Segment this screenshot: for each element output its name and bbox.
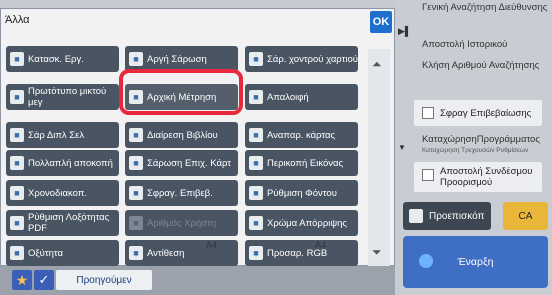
option-label: Σάρ Διπλ Σελ [28, 129, 85, 141]
option-label: Σφραγ. Επιβεβ. [147, 187, 213, 199]
popup-title: Άλλα [5, 14, 30, 26]
send-link-label: Αποστολή Συνδέσμου Προορισμού [440, 166, 533, 188]
paper-size-right: A4 [315, 240, 327, 250]
user-number-icon: ■ [129, 216, 143, 230]
option-button[interactable]: ■ Οξύτητα [6, 240, 119, 266]
register-program-label: ΚαταχώρησηΠρογράμματος [422, 134, 540, 145]
option-label: Πρωτότυπο μικτού μεγ [28, 86, 107, 108]
option-label: Χρώμα Απόρριψης [267, 217, 347, 229]
option-label: Ρύθμιση Φόντου [267, 187, 337, 199]
send-link-checkbox[interactable]: Αποστολή Συνδέσμου Προορισμού [414, 162, 542, 192]
general-search-label: Γενική Αναζήτηση Διεύθυνσης [422, 2, 548, 13]
verify-stamp-icon: ■ [129, 186, 143, 200]
register-program-item[interactable]: ΚαταχώρησηΠρογράμματος Καταχώρηση Τρεχου… [400, 134, 552, 160]
option-button[interactable]: ■ Χρώμα Απόρριψης [245, 210, 358, 236]
business-card-icon: ■ [129, 156, 143, 170]
verify-stamp-checkbox[interactable]: Σφραγ Επιβεβαίωσης [414, 100, 542, 126]
option-label: Διαίρεση Βιβλίου [147, 129, 218, 141]
option-button[interactable]: ■ Σάρ Διπλ Σελ [6, 122, 119, 148]
register-settings-label: Καταχώρηση Τρεχουσών Ρυθμίσεων [422, 147, 529, 154]
option-button: ■ Αριθμός Χρήστη [125, 210, 238, 236]
pdf-skew-icon: ■ [10, 216, 24, 230]
send-history-label: Αποστολή Ιστορικού [422, 39, 508, 50]
thick-paper-icon: ■ [249, 52, 263, 66]
erase-icon: ■ [249, 90, 263, 104]
preview-button[interactable]: Προεπισκόπ [403, 202, 491, 230]
option-button[interactable]: ■ Περικοπή Εικόνας [245, 150, 358, 176]
preview-label: Προεπισκόπ [429, 210, 485, 222]
color-drop-icon: ■ [249, 216, 263, 230]
general-search-item[interactable]: Γενική Αναζήτηση Διεύθυνσης [400, 2, 552, 22]
option-label: Πολλαπλή αποκοπή [28, 157, 113, 169]
option-button[interactable]: ■ Κατασκ. Εργ. [6, 46, 119, 72]
background-icon: ■ [249, 186, 263, 200]
option-label: Αναπαρ. κάρτας [267, 129, 336, 141]
previous-label: Προηγούμεν [76, 274, 132, 286]
book-divide-icon: ■ [129, 128, 143, 142]
timer-icon: ■ [10, 186, 24, 200]
scrollbar[interactable]: ⏶ ⏷ [368, 49, 390, 271]
contrast-icon: ■ [129, 246, 143, 260]
previous-button[interactable]: Προηγούμεν [56, 270, 152, 290]
option-button[interactable]: ■ Διαίρεση Βιβλίου [125, 122, 238, 148]
option-label: Αντίθεση [147, 247, 185, 259]
option-label: Αργή Σάρωση [147, 53, 207, 65]
preview-icon [409, 209, 423, 223]
option-label: Σάρ. χοντρού χαρτιού [267, 53, 358, 65]
call-number-item[interactable]: Κλήση Αριθμού Αναζήτησης [400, 60, 552, 86]
option-label: Ρύθμιση Λοξότητας PDF [28, 212, 110, 234]
paper-size-left: A4 [206, 240, 218, 250]
option-button[interactable]: ■ Πολλαπλή αποκοπή [6, 150, 119, 176]
start-button[interactable]: Έναρξη [403, 236, 548, 288]
option-label: Περικοπή Εικόνας [267, 157, 344, 169]
option-button[interactable]: ■ Σάρωση Επιχ. Κάρτ [125, 150, 238, 176]
send-history-item[interactable]: Αποστολή Ιστορικού [400, 39, 552, 53]
expand-down-icon[interactable]: ▼ [398, 143, 406, 152]
image-crop-icon: ■ [249, 156, 263, 170]
highlight-ring [119, 69, 243, 115]
build-job-icon: ■ [10, 52, 24, 66]
option-button[interactable]: ■ Προσαρ. RGB [245, 240, 358, 266]
scroll-down-icon[interactable]: ⏷ [372, 245, 382, 260]
option-button[interactable]: ■ Αντίθεση [125, 240, 238, 266]
call-number-label: Κλήση Αριθμού Αναζήτησης [422, 60, 540, 71]
card-shot-icon: ■ [249, 128, 263, 142]
sharpness-icon: ■ [10, 246, 24, 260]
rgb-adjust-icon: ■ [249, 246, 263, 260]
clear-all-button[interactable]: CA [503, 202, 548, 230]
scroll-up-icon[interactable]: ⏶ [372, 57, 382, 72]
option-button[interactable]: ■ Σφραγ. Επιβεβ. [125, 180, 238, 206]
option-label: Σάρωση Επιχ. Κάρτ [147, 157, 231, 169]
bottom-bar: ★ ✓ Προηγούμεν [0, 266, 395, 295]
option-button[interactable]: ■ Απαλοιφή [245, 84, 358, 110]
option-label: Απαλοιφή [267, 91, 309, 103]
start-label: Έναρξη [457, 256, 494, 268]
checkbox-box[interactable] [422, 169, 434, 181]
checkbox-box[interactable] [422, 107, 434, 119]
option-button[interactable]: ■ Ρύθμιση Λοξότητας PDF [6, 210, 119, 236]
verify-stamp-label: Σφραγ Επιβεβαίωσης [440, 107, 532, 119]
start-icon [419, 254, 433, 268]
option-label: Αριθμός Χρήστη [147, 217, 217, 229]
option-button[interactable]: ■ Ρύθμιση Φόντου [245, 180, 358, 206]
option-label: Οξύτητα [28, 247, 63, 259]
collapse-arrow-icon[interactable]: ▶▌ [398, 26, 411, 37]
ok-label: OK [372, 16, 390, 28]
dual-page-icon: ■ [10, 128, 24, 142]
option-button[interactable]: ■ Σάρ. χοντρού χαρτιού [245, 46, 358, 72]
option-button[interactable]: ■ Αναπαρ. κάρτας [245, 122, 358, 148]
option-button[interactable]: ■ Χρονοδιακοπ. [6, 180, 119, 206]
multi-crop-icon: ■ [10, 156, 24, 170]
option-label: Χρονοδιακοπ. [28, 187, 87, 199]
slow-scan-icon: ■ [129, 52, 143, 66]
ca-label: CA [518, 210, 533, 222]
favorite-star-icon[interactable]: ★ [12, 270, 32, 290]
mixed-original-icon: ■ [10, 90, 24, 104]
option-button[interactable]: ■ Πρωτότυπο μικτού μεγ [6, 84, 119, 110]
ok-button[interactable]: OK [370, 11, 392, 33]
option-label: Κατασκ. Εργ. [28, 53, 84, 65]
check-icon[interactable]: ✓ [34, 270, 54, 290]
